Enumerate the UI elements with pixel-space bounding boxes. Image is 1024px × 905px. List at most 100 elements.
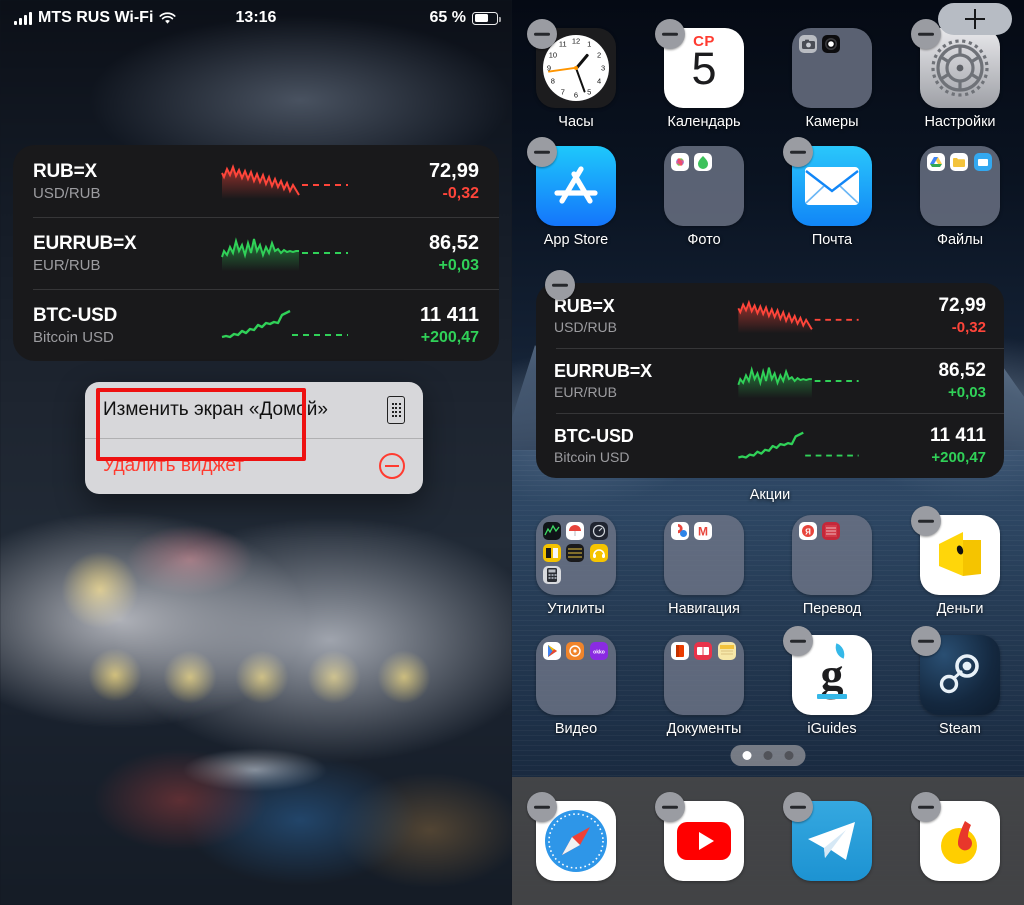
minus-badge-icon[interactable] xyxy=(783,137,813,167)
folder-translate[interactable]: Я Перевод xyxy=(778,515,886,617)
app-label: Утилиты xyxy=(547,601,605,617)
folder-video[interactable]: okko Видео xyxy=(522,635,630,737)
svg-text:Я: Я xyxy=(805,528,811,537)
minus-badge-icon[interactable] xyxy=(655,19,685,49)
dock-app-telegram[interactable] xyxy=(782,792,882,881)
stock-change: +0,03 xyxy=(948,384,986,401)
stock-change: +0,03 xyxy=(438,256,479,274)
folder-icon xyxy=(920,146,1000,226)
folder-icon: Я xyxy=(792,515,872,595)
stock-price: 72,99 xyxy=(428,159,479,182)
mini-icon xyxy=(589,544,608,562)
page-dot[interactable] xyxy=(742,751,752,760)
minus-badge-icon[interactable] xyxy=(527,792,557,822)
mini-icon xyxy=(566,522,585,540)
battery-icon xyxy=(472,11,501,25)
stock-row[interactable]: EURRUB=X EUR/RUB 86,52 +0,03 xyxy=(536,348,1004,413)
mini-icon xyxy=(589,522,608,540)
home-grid-row-3: Утилиты М Навигация Я Перевод Деньги xyxy=(512,506,1024,617)
mini-icon xyxy=(694,642,713,660)
mini-icon xyxy=(973,153,992,171)
app-clock[interactable]: 12 1 2 3 4 5 6 7 8 9 10 11 Часы xyxy=(522,19,630,130)
stock-symbol: BTC-USD xyxy=(554,426,634,446)
minus-badge-icon[interactable] xyxy=(527,137,557,167)
mini-icon xyxy=(671,522,689,540)
home-grid-row-1: 12 1 2 3 4 5 6 7 8 9 10 11 Часы СР 5 Кал… xyxy=(512,19,1024,130)
dock-app-youtube[interactable] xyxy=(654,792,754,881)
app-app-store[interactable]: App Store xyxy=(522,137,630,248)
minus-badge-icon[interactable] xyxy=(911,19,941,49)
minus-badge-icon[interactable] xyxy=(783,792,813,822)
page-dot[interactable] xyxy=(763,751,773,760)
home-grid-row-4: okko Видео Документы g iGuides Steam xyxy=(512,626,1024,737)
folder-icon: okko xyxy=(536,635,616,715)
folder-cameras[interactable]: Камеры xyxy=(778,28,886,130)
stock-change: +200,47 xyxy=(931,449,986,466)
plus-icon xyxy=(965,9,985,29)
sparkline-chart-up xyxy=(727,425,870,467)
minus-badge-icon[interactable] xyxy=(545,270,575,300)
stock-symbol: EURRUB=X xyxy=(554,361,652,381)
app-label: Камеры xyxy=(805,114,859,130)
stock-change: -0,32 xyxy=(951,319,986,336)
stock-row[interactable]: BTC-USD Bitcoin USD 11 411 +200,47 xyxy=(536,413,1004,478)
status-bar: MTS RUS Wi-Fi 13:16 65 % xyxy=(0,0,512,36)
context-menu-item-edit-home-screen[interactable]: Изменить экран «Домой» xyxy=(85,382,423,461)
folder-navigation[interactable]: М Навигация xyxy=(650,515,758,617)
battery-percent-label: 65 % xyxy=(429,9,466,26)
app-label: Часы xyxy=(558,114,594,130)
dock-app-safari[interactable] xyxy=(526,792,626,881)
app-calendar[interactable]: СР 5 Календарь xyxy=(650,19,758,130)
app-label: Почта xyxy=(811,232,853,248)
widget-context-menu[interactable]: Изменить экран «Домой» Удалить виджет xyxy=(85,382,423,494)
stocks-widget[interactable]: RUB=X USD/RUB 72,99 -0,32 EURRUB=X EUR/R… xyxy=(536,283,1004,478)
app-label: Навигация xyxy=(668,601,740,617)
iguides-underline xyxy=(817,694,847,699)
context-menu-item-remove-widget[interactable]: Удалить виджет xyxy=(85,438,423,494)
stock-description: EUR/RUB xyxy=(33,256,101,274)
stock-row[interactable]: BTC-USD Bitcoin USD 11 411 +200,47 xyxy=(13,289,499,361)
stock-description: Bitcoin USD xyxy=(33,328,114,346)
stocks-widget[interactable]: RUB=X USD/RUB 72,99 -0,32 EURRUB=X EUR/R… xyxy=(13,145,499,361)
folder-files[interactable]: Файлы xyxy=(906,146,1014,248)
mini-icon xyxy=(543,566,561,584)
minus-badge-icon[interactable] xyxy=(911,506,941,536)
mini-icon xyxy=(694,153,713,171)
app-label: Перевод xyxy=(802,601,862,617)
app-label: Фото xyxy=(687,232,721,248)
dock-app-music[interactable] xyxy=(910,792,1010,881)
minus-badge-icon[interactable] xyxy=(911,792,941,822)
left-phone-screen: MTS RUS Wi-Fi 13:16 65 % RUB=X USD/RUB 7… xyxy=(0,0,512,905)
app-money[interactable]: Деньги xyxy=(906,506,1014,617)
app-mail[interactable]: Почта xyxy=(778,137,886,248)
sparkline-chart-up xyxy=(211,231,358,275)
svg-text:М: М xyxy=(698,525,708,539)
folder-photos[interactable]: Фото xyxy=(650,146,758,248)
add-widget-button[interactable] xyxy=(938,3,1012,35)
minus-badge-icon[interactable] xyxy=(783,626,813,656)
app-label: Календарь xyxy=(667,114,741,130)
stock-row[interactable]: EURRUB=X EUR/RUB 86,52 +0,03 xyxy=(13,217,499,289)
context-menu-item-label: Удалить виджет xyxy=(103,455,244,477)
calendar-day-number: 5 xyxy=(691,43,717,94)
stock-row[interactable]: RUB=X USD/RUB 72,99 -0,32 xyxy=(536,283,1004,348)
folder-documents[interactable]: Документы xyxy=(650,635,758,737)
minus-badge-icon[interactable] xyxy=(527,19,557,49)
stock-price: 72,99 xyxy=(938,295,986,316)
stock-description: EUR/RUB xyxy=(554,384,618,400)
app-steam[interactable]: Steam xyxy=(906,626,1014,737)
app-iguides[interactable]: g iGuides xyxy=(778,626,886,737)
app-settings[interactable]: Настройки xyxy=(906,19,1014,130)
minus-badge-icon[interactable] xyxy=(655,792,685,822)
folder-utilities[interactable]: Утилиты xyxy=(522,515,630,617)
page-dot[interactable] xyxy=(784,751,794,760)
folder-icon xyxy=(664,635,744,715)
stock-price: 86,52 xyxy=(428,231,479,254)
minus-badge-icon[interactable] xyxy=(911,626,941,656)
page-indicator[interactable] xyxy=(730,745,806,766)
stock-row[interactable]: RUB=X USD/RUB 72,99 -0,32 xyxy=(13,145,499,217)
mini-icon xyxy=(543,522,561,540)
stock-symbol: BTC-USD xyxy=(33,304,118,326)
app-label: Деньги xyxy=(936,601,984,617)
stock-price: 11 411 xyxy=(420,303,479,326)
